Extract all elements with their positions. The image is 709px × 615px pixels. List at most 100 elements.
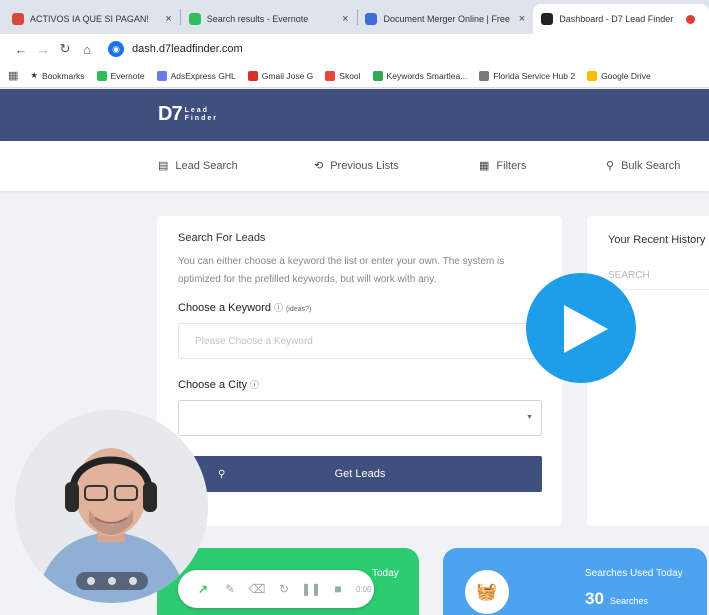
card-title: Search For Leads xyxy=(178,232,266,244)
search-icon: ⚲ xyxy=(606,160,615,172)
logo-text: Lead Finder xyxy=(185,107,218,123)
tab-close-icon[interactable]: × xyxy=(342,13,348,25)
basket-icon: 🧺 xyxy=(465,570,509,614)
adsexpress-icon xyxy=(156,70,167,81)
tab-title: Dashboard - D7 Lead Finder xyxy=(559,14,674,24)
google-drive-icon xyxy=(587,70,598,81)
filter-icon: ▦ xyxy=(479,160,490,172)
list-search-icon: ▤ xyxy=(158,160,169,172)
play-button[interactable] xyxy=(526,273,636,383)
evernote-icon xyxy=(188,13,201,25)
searches-label: Searches Used Today xyxy=(585,568,683,579)
help-icon[interactable]: ⓘ xyxy=(274,303,283,313)
tab-title: ACTIVOS IA QUE SI PAGAN! xyxy=(30,14,149,24)
recording-indicator-icon xyxy=(686,14,695,24)
pointer-arrow-icon[interactable]: ↗ xyxy=(192,582,214,596)
camera-control-icon[interactable] xyxy=(87,577,96,585)
stop-icon[interactable]: ■ xyxy=(327,582,349,596)
url-text: dash.d7leadfinder.com xyxy=(132,43,243,55)
bookmark-item[interactable]: Florida Service Hub 2 xyxy=(479,70,576,81)
ideas-link[interactable]: (ideas?) xyxy=(286,306,311,313)
tab-title: Document Merger Online | Free xyxy=(383,14,510,24)
url-field[interactable]: ◉ dash.d7leadfinder.com xyxy=(108,41,243,57)
keyword-label: Choose a Keyword ⓘ (ideas?) xyxy=(178,301,311,314)
bookmark-item[interactable]: AdsExpress GHL xyxy=(156,70,236,81)
leads-today-label: Today xyxy=(372,568,399,579)
browser-tab-document-merger[interactable]: Document Merger Online | Free × xyxy=(357,4,533,34)
city-label: Choose a City ⓘ xyxy=(178,378,259,391)
gmail-icon xyxy=(247,70,258,81)
search-for-leads-card: Search For Leads You can either choose a… xyxy=(157,216,562,526)
draw-icon[interactable]: ✎ xyxy=(219,582,241,596)
browser-tab-activos[interactable]: ACTIVOS IA QUE SI PAGAN! × xyxy=(4,4,180,34)
trash-icon[interactable]: ⌫ xyxy=(246,582,268,596)
bookmark-item[interactable]: Keywords Smartlea... xyxy=(372,70,467,81)
get-leads-button[interactable]: ⚲ Get Leads xyxy=(178,456,542,492)
recording-toolbar: ↗ ✎ ⌫ ↻ ❚❚ ■ 0:00 xyxy=(178,570,374,608)
searches-unit: Searches xyxy=(610,596,649,606)
apps-icon[interactable]: ▦ xyxy=(8,69,18,82)
browser-tab-dashboard[interactable]: Dashboard - D7 Lead Finder xyxy=(533,4,709,34)
home-icon[interactable]: ⌂ xyxy=(76,42,98,57)
recording-timer: 0:00 xyxy=(356,584,372,594)
card-description: You can either choose a keyword the list… xyxy=(178,256,505,285)
star-icon: ★ xyxy=(30,70,39,80)
play-icon xyxy=(564,305,608,353)
nav-bulk-search[interactable]: ⚲ Bulk Search xyxy=(606,159,681,173)
evernote-icon xyxy=(96,70,107,81)
reload-icon[interactable]: ↻ xyxy=(54,41,76,57)
browser-tab-strip: ACTIVOS IA QUE SI PAGAN! × Search result… xyxy=(0,0,709,34)
nav-label: Lead Search xyxy=(175,159,238,172)
history-icon: ⟲ xyxy=(314,160,324,172)
city-select[interactable]: ▼ xyxy=(178,400,542,436)
searches-today-card: 🧺 Searches Used Today 30 Searches xyxy=(443,548,707,615)
document-icon xyxy=(365,13,378,25)
bookmark-item[interactable]: ★ Bookmarks xyxy=(30,70,84,81)
restart-icon[interactable]: ↻ xyxy=(273,582,295,596)
site-info-icon[interactable]: ◉ xyxy=(108,41,124,57)
camera-control-icon[interactable] xyxy=(107,577,116,585)
tab-close-icon[interactable]: × xyxy=(519,13,525,25)
bookmark-label: Google Drive xyxy=(601,70,651,81)
webcam-controls xyxy=(76,572,148,590)
bookmark-item[interactable]: Skool xyxy=(325,70,361,81)
d7-favicon-icon xyxy=(541,13,554,25)
nav-filters[interactable]: ▦ Filters xyxy=(479,159,527,173)
pause-icon[interactable]: ❚❚ xyxy=(300,582,322,596)
tab-title: Search results - Evernote xyxy=(206,14,309,24)
forward-icon[interactable]: → xyxy=(32,42,54,57)
bookmark-label: Gmail Jose G xyxy=(261,70,314,81)
sheets-icon xyxy=(372,70,383,81)
tab-close-icon[interactable]: × xyxy=(165,13,171,25)
nav-label: Filters xyxy=(496,159,527,172)
history-title: Your Recent History xyxy=(608,234,706,246)
youtube-icon xyxy=(12,13,24,25)
search-icon: ⚲ xyxy=(218,468,226,480)
nav-previous-lists[interactable]: ⟲ Previous Lists xyxy=(314,159,399,173)
back-icon[interactable]: ← xyxy=(10,42,32,57)
nav-label: Bulk Search xyxy=(621,159,681,172)
bookmark-label: Evernote xyxy=(110,70,145,81)
keyword-input[interactable]: Please Choose a Keyword xyxy=(178,323,542,359)
browser-tab-evernote[interactable]: Search results - Evernote × xyxy=(181,4,357,34)
camera-control-icon[interactable] xyxy=(128,577,137,585)
logo-line1: Lead xyxy=(184,106,209,114)
bookmark-label: Skool xyxy=(339,70,361,81)
bookmark-item[interactable]: Google Drive xyxy=(587,70,651,81)
searches-count: 30 xyxy=(585,589,604,608)
keyword-label-text: Choose a Keyword xyxy=(178,302,271,314)
bookmarks-bar: ▦ ★ Bookmarks Evernote AdsExpress GHL Gma… xyxy=(0,64,709,88)
chevron-down-icon: ▼ xyxy=(526,414,533,421)
d7-logo[interactable]: D7 Lead Finder xyxy=(158,103,218,126)
bookmark-label: Bookmarks xyxy=(42,70,85,81)
nav-lead-search[interactable]: ▤ Lead Search xyxy=(158,159,238,173)
bookmark-item[interactable]: Gmail Jose G xyxy=(247,70,314,81)
city-label-text: Choose a City xyxy=(178,379,248,391)
bookmark-label: AdsExpress GHL xyxy=(170,70,236,81)
address-bar: ← → ↻ ⌂ ◉ dash.d7leadfinder.com xyxy=(0,34,709,64)
history-search-input[interactable]: SEARCH xyxy=(608,270,650,281)
main-nav: ▤ Lead Search ⟲ Previous Lists ▦ Filters… xyxy=(0,141,709,191)
bookmark-label: Florida Service Hub 2 xyxy=(493,70,576,81)
help-icon[interactable]: ⓘ xyxy=(250,380,259,390)
bookmark-item[interactable]: Evernote xyxy=(96,70,145,81)
